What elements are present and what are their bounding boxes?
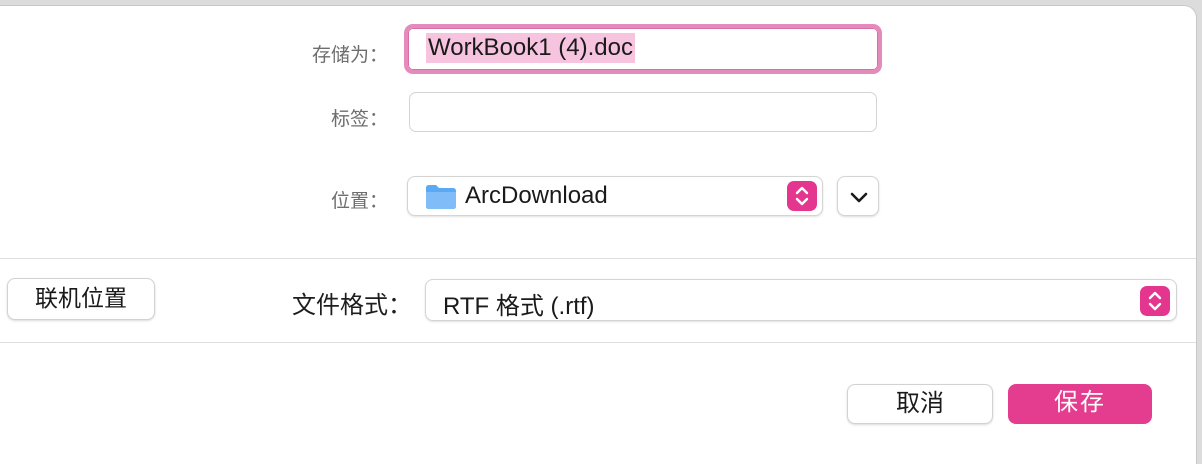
divider-top xyxy=(0,258,1196,259)
filename-input[interactable]: WorkBook1 (4).doc xyxy=(404,24,882,74)
up-down-chevron-icon xyxy=(1140,286,1170,316)
location-popup[interactable]: ArcDownload xyxy=(407,176,823,216)
location-label: 位置： xyxy=(330,191,388,212)
chevron-down-icon xyxy=(850,192,868,203)
online-locations-button[interactable]: 联机位置 xyxy=(7,278,155,320)
tags-label: 标签： xyxy=(330,109,388,130)
filename-value: WorkBook1 (4).doc xyxy=(426,33,635,63)
location-value: ArcDownload xyxy=(465,182,608,209)
save-as-label: 存储为： xyxy=(311,45,388,66)
save-dialog: 存储为： WorkBook1 (4).doc 标签： 位置： ArcDownlo… xyxy=(0,6,1196,464)
file-format-label: 文件格式： xyxy=(292,292,412,319)
save-button[interactable]: 保存 xyxy=(1008,384,1152,424)
file-format-value: RTF 格式 (.rtf) xyxy=(443,293,595,320)
divider-bottom xyxy=(0,342,1196,343)
expand-dialog-button[interactable] xyxy=(837,176,879,216)
folder-icon xyxy=(426,185,456,209)
tags-input[interactable] xyxy=(409,92,877,132)
file-format-popup[interactable]: RTF 格式 (.rtf) xyxy=(425,279,1177,321)
up-down-chevron-icon xyxy=(787,181,817,211)
cancel-button[interactable]: 取消 xyxy=(847,384,993,424)
